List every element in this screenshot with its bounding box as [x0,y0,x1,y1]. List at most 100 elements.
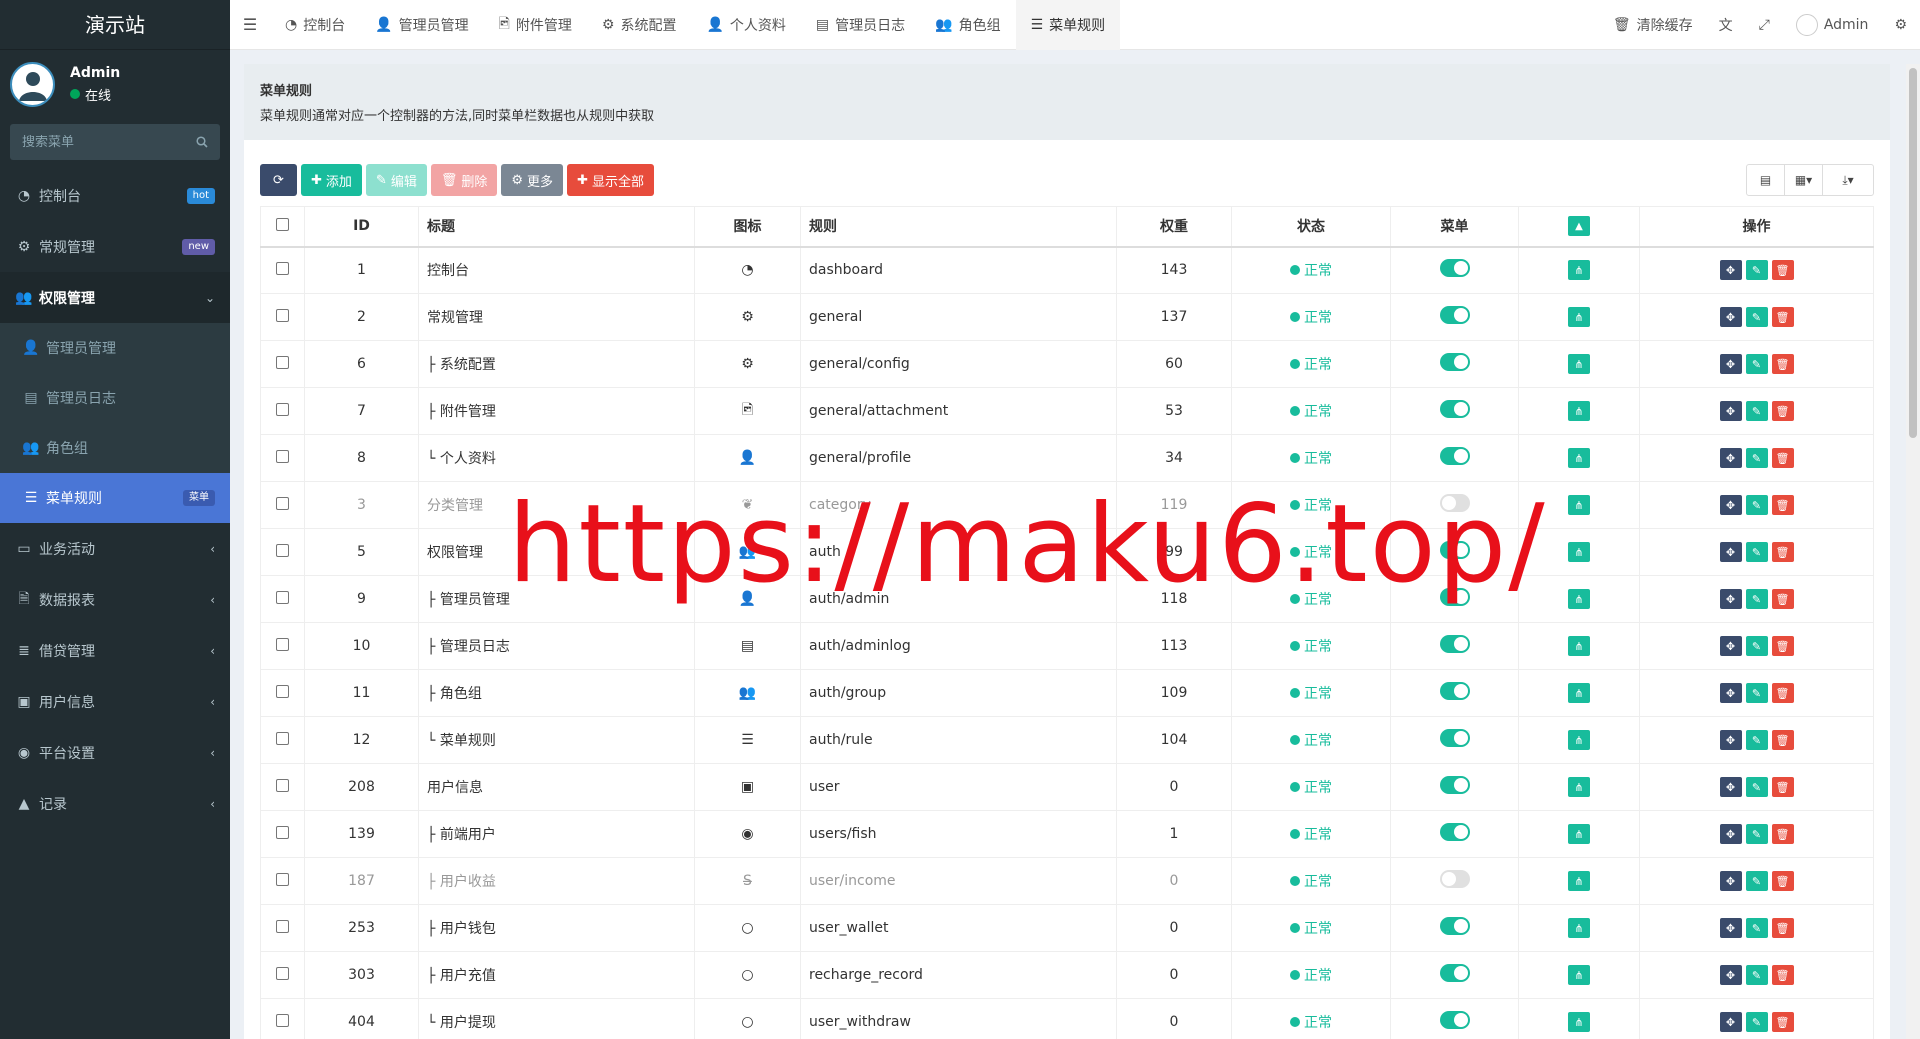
edit-button[interactable]: ✎ 编辑 [365,164,427,196]
row-edit-button[interactable]: ✎ [1745,683,1768,703]
card-view-icon[interactable]: ▤ [1747,165,1785,195]
sidebar-item-auth[interactable]: 👥 权限管理 ⌄ [0,272,230,323]
row-edit-button[interactable]: ✎ [1745,448,1768,468]
menu-toggle[interactable] [1439,1011,1470,1029]
sidebar-item-adminlog[interactable]: ▤ 管理员日志 [0,373,230,423]
table-row[interactable]: 12 └ 菜单规则 ☰ auth/rule 104 正常 ⋔ ✥ ✎ 🗑 [260,716,1874,764]
table-row[interactable]: 3 分类管理 ❦ category 119 正常 ⋔ ✥ ✎ 🗑 [260,481,1874,529]
table-row[interactable]: 187 ├ 用户收益 S̶ user/income 0 正常 ⋔ ✥ ✎ 🗑 [260,857,1874,905]
row-delete-button[interactable]: 🗑 [1771,683,1794,703]
tree-expand-button[interactable]: ⋔ [1568,871,1590,891]
col-menu[interactable]: 菜单 [1390,206,1519,248]
row-edit-button[interactable]: ✎ [1745,965,1768,985]
user-menu[interactable]: Admin [1783,0,1882,50]
table-row[interactable]: 6 ├ 系统配置 ⚙ general/config 60 正常 ⋔ ✥ ✎ 🗑 [260,340,1874,388]
row-checkbox[interactable] [276,872,289,886]
drag-move-button[interactable]: ✥ [1719,1012,1742,1032]
menu-toggle[interactable] [1439,823,1470,841]
drag-move-button[interactable]: ✥ [1719,777,1742,797]
drag-move-button[interactable]: ✥ [1719,824,1742,844]
row-checkbox[interactable] [276,261,289,275]
sidebar-item-userinfo[interactable]: ▣ 用户信息 ‹ [0,676,230,727]
drag-move-button[interactable]: ✥ [1719,401,1742,421]
drag-move-button[interactable]: ✥ [1719,636,1742,656]
drag-move-button[interactable]: ✥ [1719,683,1742,703]
menu-toggle[interactable] [1439,588,1470,606]
row-delete-button[interactable]: 🗑 [1771,495,1794,515]
menu-toggle[interactable] [1439,494,1470,512]
table-row[interactable]: 10 ├ 管理员日志 ▤ auth/adminlog 113 正常 ⋔ ✥ ✎ 🗑 [260,622,1874,670]
row-delete-button[interactable]: 🗑 [1771,1012,1794,1032]
table-row[interactable]: 404 └ 用户提现 ○ user_withdraw 0 正常 ⋔ ✥ ✎ 🗑 [260,998,1874,1039]
row-checkbox[interactable] [276,919,289,933]
export-icon[interactable]: ⤓▾ [1823,165,1873,195]
menu-toggle[interactable] [1439,917,1470,935]
menu-toggle[interactable] [1439,353,1470,371]
row-checkbox[interactable] [276,778,289,792]
drag-move-button[interactable]: ✥ [1719,260,1742,281]
tab-config[interactable]: ⚙ 系统配置 [587,0,692,50]
tab-adminlog[interactable]: ▤ 管理员日志 [801,0,920,50]
tree-expand-button[interactable]: ⋔ [1568,354,1590,374]
tab-attachment[interactable]: 🖻 附件管理 [484,0,587,50]
tree-expand-button[interactable]: ⋔ [1568,965,1590,985]
row-checkbox[interactable] [276,684,289,698]
add-button[interactable]: ✚ 添加 [301,164,362,196]
show-all-button[interactable]: ✚ 显示全部 [567,164,654,196]
tree-expand-button[interactable]: ⋔ [1568,307,1590,327]
row-edit-button[interactable]: ✎ [1745,1012,1768,1032]
page-scrollbar[interactable] [1906,64,1920,1039]
menu-toggle[interactable] [1439,964,1470,982]
row-delete-button[interactable]: 🗑 [1771,401,1794,421]
tree-expand-button[interactable]: ⋔ [1568,589,1590,609]
row-delete-button[interactable]: 🗑 [1771,307,1794,327]
delete-button[interactable]: 🗑 删除 [430,164,498,196]
table-row[interactable]: 11 ├ 角色组 👥 auth/group 109 正常 ⋔ ✥ ✎ 🗑 [260,669,1874,717]
drag-move-button[interactable]: ✥ [1719,448,1742,468]
row-delete-button[interactable]: 🗑 [1771,589,1794,609]
drag-move-button[interactable]: ✥ [1719,307,1742,327]
refresh-button[interactable]: ⟳ [260,164,297,196]
table-row[interactable]: 7 ├ 附件管理 🖻 general/attachment 53 正常 ⋔ ✥ ✎ 🗑 [260,387,1874,435]
row-edit-button[interactable]: ✎ [1745,495,1768,515]
table-row[interactable]: 8 └ 个人资料 👤 general/profile 34 正常 ⋔ ✥ ✎ 🗑 [260,434,1874,482]
row-edit-button[interactable]: ✎ [1745,824,1768,844]
tree-expand-button[interactable]: ⋔ [1568,542,1590,562]
tree-expand-button[interactable]: ⋔ [1568,495,1590,515]
menu-toggle[interactable] [1439,870,1470,888]
row-checkbox[interactable] [276,1013,289,1027]
row-edit-button[interactable]: ✎ [1745,918,1768,938]
sidebar-item-report[interactable]: 🗎 数据报表 ‹ [0,574,230,625]
row-delete-button[interactable]: 🗑 [1771,448,1794,468]
tab-rule[interactable]: ☰ 菜单规则 [1015,0,1121,50]
menu-toggle[interactable] [1439,776,1470,794]
drag-move-button[interactable]: ✥ [1719,354,1742,374]
row-delete-button[interactable]: 🗑 [1771,871,1794,891]
tree-expand-button[interactable]: ⋔ [1568,824,1590,844]
row-checkbox[interactable] [276,449,289,463]
menu-toggle[interactable] [1439,400,1470,418]
row-edit-button[interactable]: ✎ [1745,730,1768,750]
row-delete-button[interactable]: 🗑 [1771,824,1794,844]
menu-toggle[interactable] [1439,541,1470,559]
row-edit-button[interactable]: ✎ [1745,260,1768,281]
menu-toggle[interactable] [1439,729,1470,747]
select-all-checkbox[interactable] [276,217,289,231]
tree-expand-button[interactable]: ⋔ [1568,636,1590,656]
tab-profile[interactable]: 👤 个人资料 [691,0,800,50]
row-edit-button[interactable]: ✎ [1745,354,1768,374]
row-checkbox[interactable] [276,637,289,651]
tree-expand-button[interactable]: ⋔ [1568,730,1590,750]
drag-move-button[interactable]: ✥ [1719,589,1742,609]
row-delete-button[interactable]: 🗑 [1771,965,1794,985]
drag-move-button[interactable]: ✥ [1719,918,1742,938]
row-checkbox[interactable] [276,966,289,980]
menu-search-input[interactable] [22,134,172,150]
table-row[interactable]: 208 用户信息 ▣ user 0 正常 ⋔ ✥ ✎ 🗑 [260,763,1874,811]
row-checkbox[interactable] [276,308,289,322]
more-button[interactable]: ⚙ 更多 [501,164,564,196]
menu-toggle[interactable] [1439,447,1470,465]
sidebar-item-platform[interactable]: ◉ 平台设置 ‹ [0,727,230,778]
row-edit-button[interactable]: ✎ [1745,871,1768,891]
language-icon[interactable]: 文 [1706,0,1746,50]
